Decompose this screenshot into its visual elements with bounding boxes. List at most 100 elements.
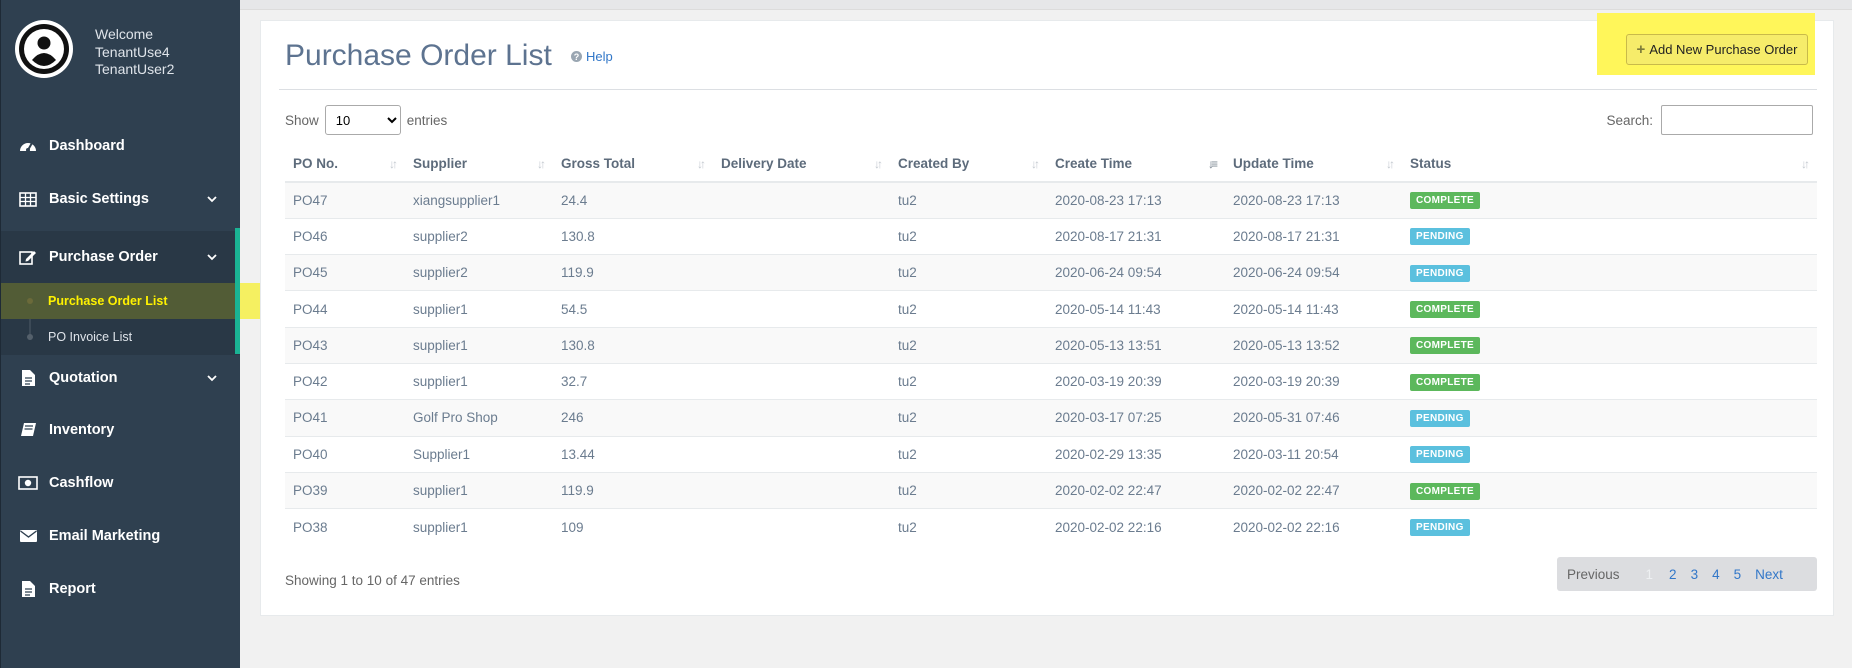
pagination-page-4[interactable]: 4: [1712, 567, 1720, 582]
sidebar-item-report[interactable]: Report: [1, 569, 240, 609]
po-number-cell: PO41: [285, 399, 405, 437]
column-header-delivery-date[interactable]: Delivery Date ↓↑: [713, 146, 890, 183]
purchase-order-table: PO No. ↓↑ Supplier ↓↑ Gross Total ↓↑ Delive…: [285, 146, 1817, 545]
content-panel: Purchase Order List ? Help + Add New Pur…: [260, 13, 1834, 616]
sidebar-item-inventory[interactable]: Inventory: [1, 410, 240, 450]
created-by-cell: tu2: [890, 362, 1047, 400]
created-by-cell: tu2: [890, 399, 1047, 437]
envelope-icon: [17, 527, 39, 545]
po-number-cell: PO44: [285, 290, 405, 328]
book-icon: [17, 421, 39, 439]
table-row[interactable]: PO46 supplier2 130.8 tu2 2020-08-17 21:31 202…: [285, 217, 1817, 255]
search-input[interactable]: [1661, 105, 1813, 135]
status-badge: PENDING: [1410, 409, 1470, 427]
column-header-create-time[interactable]: Create Time ↓≡: [1047, 146, 1225, 183]
sort-icon: ↓↑: [874, 157, 883, 171]
sidebar-item-cashflow[interactable]: Cashflow: [1, 463, 240, 503]
po-number-cell: PO42: [285, 362, 405, 400]
pagination-page-2[interactable]: 2: [1669, 567, 1677, 582]
column-header-po-no[interactable]: PO No. ↓↑: [285, 146, 405, 183]
chevron-down-icon: [207, 196, 217, 203]
sidebar-subitem-purchase-order-list[interactable]: Purchase Order List: [1, 283, 241, 319]
create-time-cell: 2020-02-02 22:47: [1047, 471, 1225, 509]
table-row[interactable]: PO43 supplier1 130.8 tu2 2020-05-13 13:51 202…: [285, 326, 1817, 364]
search-control: Search:: [1606, 105, 1813, 135]
header-label: Status: [1410, 156, 1452, 171]
pagination-page-3[interactable]: 3: [1691, 567, 1699, 582]
header-label: Create Time: [1055, 156, 1133, 171]
show-label: Show: [285, 112, 319, 128]
delivery-date-cell: [713, 217, 890, 255]
table-row[interactable]: PO45 supplier2 119.9 tu2 2020-06-24 09:54 202…: [285, 254, 1817, 291]
create-time-cell: 2020-03-17 07:25: [1047, 399, 1225, 437]
created-by-cell: tu2: [890, 326, 1047, 364]
user-name-line1: TenantUse4: [95, 44, 170, 60]
header-label: Update Time: [1233, 156, 1314, 171]
welcome-label: Welcome: [95, 26, 154, 42]
entries-label: entries: [406, 112, 448, 128]
table-row[interactable]: PO40 Supplier1 13.44 tu2 2020-02-29 13:35 202…: [285, 435, 1817, 473]
column-header-status[interactable]: Status ↓↑: [1402, 146, 1817, 183]
table-row[interactable]: PO42 supplier1 32.7 tu2 2020-03-19 20:39 2020…: [285, 362, 1817, 400]
sidebar-item-purchase-order[interactable]: Purchase Order: [1, 231, 240, 283]
header-label: Supplier: [413, 156, 468, 171]
delivery-date-cell: [713, 399, 890, 437]
gross-total-cell: 13.44: [553, 435, 713, 473]
header-label: Gross Total: [561, 156, 636, 171]
gross-total-cell: 109: [553, 508, 713, 545]
po-number-cell: PO46: [285, 217, 405, 255]
sidebar-subitem-po-invoice-list[interactable]: PO Invoice List: [1, 319, 241, 355]
table-row[interactable]: PO47 xiangsupplier1 24.4 tu2 2020-08-23 17:1…: [285, 181, 1817, 219]
header-label: Created By: [898, 156, 970, 171]
dashboard-icon: [17, 137, 39, 155]
help-link[interactable]: ? Help: [571, 49, 613, 64]
status-badge: COMPLETE: [1410, 482, 1480, 500]
pagination-page-5[interactable]: 5: [1734, 567, 1742, 582]
table-info: Showing 1 to 10 of 47 entries: [285, 573, 460, 588]
created-by-cell: tu2: [890, 217, 1047, 255]
create-time-cell: 2020-03-19 20:39: [1047, 362, 1225, 400]
add-purchase-order-button[interactable]: + Add New Purchase Order: [1626, 34, 1808, 65]
page-title: Purchase Order List: [285, 39, 552, 72]
po-number-cell: PO47: [285, 181, 405, 219]
status-badge: PENDING: [1410, 446, 1470, 464]
update-time-cell: 2020-03-11 20:54: [1225, 435, 1402, 473]
sidebar-item-label: Quotation: [49, 370, 118, 386]
supplier-cell: supplier1: [405, 362, 553, 400]
plus-icon: +: [1636, 41, 1646, 58]
status-badge: COMPLETE: [1410, 301, 1480, 319]
sort-icon: ↓↑: [537, 157, 546, 171]
chevron-down-icon: [207, 375, 217, 382]
table-header-row: PO No. ↓↑ Supplier ↓↑ Gross Total ↓↑ Delive…: [285, 146, 1817, 183]
avatar[interactable]: [15, 20, 73, 78]
header-label: PO No.: [293, 156, 339, 171]
update-time-cell: 2020-03-19 20:39: [1225, 362, 1402, 400]
sidebar-item-dashboard[interactable]: Dashboard: [1, 126, 240, 166]
status-cell: PENDING: [1402, 435, 1817, 473]
sidebar-item-quotation[interactable]: Quotation: [1, 358, 240, 398]
delivery-date-cell: [713, 362, 890, 400]
pagination-page-1[interactable]: 1: [1646, 567, 1654, 582]
file-icon: [17, 369, 39, 387]
column-header-supplier[interactable]: Supplier ↓↑: [405, 146, 553, 183]
sidebar-item-label: Cashflow: [49, 475, 114, 491]
table-row[interactable]: PO38 supplier1 109 tu2 2020-02-02 22:16 2020-…: [285, 508, 1817, 545]
entries-select[interactable]: 10: [324, 105, 401, 135]
sidebar-item-email-marketing[interactable]: Email Marketing: [1, 516, 240, 556]
sidebar-item-basic-settings[interactable]: Basic Settings: [1, 179, 240, 219]
column-header-gross-total[interactable]: Gross Total ↓↑: [553, 146, 713, 183]
sort-icon: ↓↑: [1801, 157, 1810, 171]
update-time-cell: 2020-02-02 22:16: [1225, 508, 1402, 545]
table-row[interactable]: PO39 supplier1 119.9 tu2 2020-02-02 22:47 202…: [285, 471, 1817, 509]
table-row[interactable]: PO41 Golf Pro Shop 246 tu2 2020-03-17 07:25 2…: [285, 399, 1817, 437]
column-header-created-by[interactable]: Created By ↓↑: [890, 146, 1047, 183]
update-time-cell: 2020-08-23 17:13: [1225, 181, 1402, 219]
table-row[interactable]: PO44 supplier1 54.5 tu2 2020-05-14 11:43 2020…: [285, 290, 1817, 328]
status-badge: PENDING: [1410, 264, 1470, 282]
column-header-update-time[interactable]: Update Time ↓↑: [1225, 146, 1402, 183]
pagination-previous[interactable]: Previous: [1567, 567, 1620, 582]
status-badge: PENDING: [1410, 228, 1470, 246]
supplier-cell: xiangsupplier1: [405, 181, 553, 219]
update-time-cell: 2020-05-31 07:46: [1225, 399, 1402, 437]
pagination-next[interactable]: Next: [1755, 567, 1783, 582]
